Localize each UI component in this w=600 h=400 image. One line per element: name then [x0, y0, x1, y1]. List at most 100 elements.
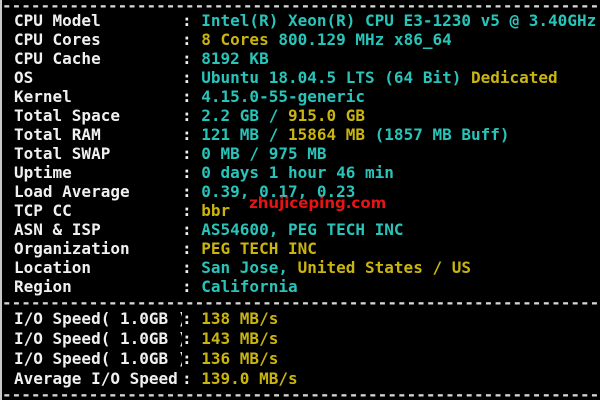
- io-speed-section: I/O Speed( 1.0GB ): 138 MB/sI/O Speed( 1…: [2, 309, 600, 389]
- field-value: 0 days 1 hour 46 min: [201, 163, 394, 182]
- field-label: Average I/O Speed: [14, 369, 182, 389]
- colon-separator: :: [182, 106, 201, 125]
- colon-separator: :: [182, 329, 201, 349]
- value-segment: 139.0 MB/s: [201, 369, 297, 388]
- field-value: California: [201, 277, 297, 296]
- info-row: OS: Ubuntu 18.04.5 LTS (64 Bit) Dedicate…: [2, 68, 600, 87]
- field-value: San Jose, United States / US: [201, 258, 471, 277]
- field-value: Intel(R) Xeon(R) CPU E3-1230 v5 @ 3.40GH…: [201, 11, 596, 30]
- field-label: CPU Cache: [14, 49, 182, 68]
- colon-separator: :: [182, 125, 201, 144]
- colon-separator: :: [182, 87, 201, 106]
- info-row: ASN & ISP: AS54600, PEG TECH INC: [2, 220, 600, 239]
- field-value: AS54600, PEG TECH INC: [201, 220, 403, 239]
- field-label: I/O Speed( 1.0GB ): [14, 349, 182, 369]
- field-label: Organization: [14, 239, 182, 258]
- info-row: Region: California: [2, 277, 600, 296]
- info-row: Average I/O Speed: 139.0 MB/s: [2, 369, 600, 389]
- info-row: I/O Speed( 1.0GB ): 136 MB/s: [2, 349, 600, 369]
- value-segment: United States / US: [298, 258, 471, 277]
- colon-separator: :: [182, 220, 201, 239]
- colon-separator: :: [182, 239, 201, 258]
- colon-separator: :: [182, 277, 201, 296]
- value-segment: AS54600, PEG TECH INC: [201, 220, 403, 239]
- colon-separator: :: [182, 163, 201, 182]
- value-segment: 0 days 1 hour 46 min: [201, 163, 394, 182]
- separator-bottom: ----------------------------------------…: [2, 389, 600, 400]
- field-value: 8192 KB: [201, 49, 268, 68]
- field-value: 121 MB / 15864 MB (1857 MB Buff): [201, 125, 509, 144]
- value-segment: 0 MB / 975 MB: [201, 144, 326, 163]
- colon-separator: :: [182, 309, 201, 329]
- field-value: PEG TECH INC: [201, 239, 317, 258]
- field-value: Ubuntu 18.04.5 LTS (64 Bit) Dedicated: [201, 68, 557, 87]
- value-segment: Intel(R) Xeon(R) CPU E3-1230 v5 @ 3.40GH…: [201, 11, 596, 30]
- field-value: bbr: [201, 201, 230, 220]
- field-value: 4.15.0-55-generic: [201, 87, 365, 106]
- field-label: Region: [14, 277, 182, 296]
- field-label: Total SWAP: [14, 144, 182, 163]
- colon-separator: :: [182, 201, 201, 220]
- watermark-text: zhujiceping.com: [249, 194, 386, 212]
- field-value: 2.2 GB / 915.0 GB: [201, 106, 365, 125]
- field-label: Load Average: [14, 182, 182, 201]
- field-value: 8 Cores 800.129 MHz x86_64: [201, 30, 451, 49]
- field-value: 138 MB/s: [201, 309, 278, 329]
- colon-separator: :: [182, 30, 201, 49]
- info-row: I/O Speed( 1.0GB ): 138 MB/s: [2, 309, 600, 329]
- field-value: 136 MB/s: [201, 349, 278, 369]
- colon-separator: :: [182, 349, 201, 369]
- colon-separator: :: [182, 182, 201, 201]
- info-row: Uptime: 0 days 1 hour 46 min: [2, 163, 600, 182]
- value-segment: bbr: [201, 201, 230, 220]
- colon-separator: :: [182, 49, 201, 68]
- value-segment: (1857 MB Buff): [365, 125, 510, 144]
- value-segment: 143 MB/s: [201, 329, 278, 348]
- info-row: Kernel: 4.15.0-55-generic: [2, 87, 600, 106]
- info-row: CPU Cores: 8 Cores 800.129 MHz x86_64: [2, 30, 600, 49]
- info-row: Organization: PEG TECH INC: [2, 239, 600, 258]
- info-row: Total RAM: 121 MB / 15864 MB (1857 MB Bu…: [2, 125, 600, 144]
- value-segment: 915.0 GB: [288, 106, 365, 125]
- info-row: Location: San Jose, United States / US: [2, 258, 600, 277]
- info-row: I/O Speed( 1.0GB ): 143 MB/s: [2, 329, 600, 349]
- info-row: CPU Model: Intel(R) Xeon(R) CPU E3-1230 …: [2, 11, 600, 30]
- field-label: I/O Speed( 1.0GB ): [14, 309, 182, 329]
- value-segment: San Jose,: [201, 258, 297, 277]
- value-segment: 4.15.0-55-generic: [201, 87, 365, 106]
- value-segment: 8 Cores: [201, 30, 268, 49]
- value-segment: 15864 MB: [288, 125, 365, 144]
- field-label: Location: [14, 258, 182, 277]
- value-segment: California: [201, 277, 297, 296]
- separator-top: ----------------------------------------…: [2, 0, 600, 11]
- value-segment: Dedicated: [461, 68, 557, 87]
- field-label: TCP CC: [14, 201, 182, 220]
- field-value: 0 MB / 975 MB: [201, 144, 326, 163]
- terminal-window: ----------------------------------------…: [0, 0, 600, 400]
- separator-middle: ----------------------------------------…: [2, 296, 600, 309]
- field-label: OS: [14, 68, 182, 87]
- value-segment: 136 MB/s: [201, 349, 278, 368]
- value-segment: 800.129 MHz x86_64: [269, 30, 452, 49]
- colon-separator: :: [182, 11, 201, 30]
- field-label: CPU Cores: [14, 30, 182, 49]
- field-label: I/O Speed( 1.0GB ): [14, 329, 182, 349]
- field-label: ASN & ISP: [14, 220, 182, 239]
- info-row: Total SWAP: 0 MB / 975 MB: [2, 144, 600, 163]
- value-segment: Ubuntu 18.04.5 LTS (64 Bit): [201, 68, 461, 87]
- field-label: Uptime: [14, 163, 182, 182]
- field-label: CPU Model: [14, 11, 182, 30]
- field-value: 143 MB/s: [201, 329, 278, 349]
- colon-separator: :: [182, 369, 201, 389]
- system-info-section: CPU Model: Intel(R) Xeon(R) CPU E3-1230 …: [2, 11, 600, 296]
- colon-separator: :: [182, 144, 201, 163]
- info-row: Total Space: 2.2 GB / 915.0 GB: [2, 106, 600, 125]
- field-label: Total RAM: [14, 125, 182, 144]
- info-row: CPU Cache: 8192 KB: [2, 49, 600, 68]
- field-value: 139.0 MB/s: [201, 369, 297, 389]
- field-label: Total Space: [14, 106, 182, 125]
- colon-separator: :: [182, 68, 201, 87]
- value-segment: 8192 KB: [201, 49, 268, 68]
- value-segment: 138 MB/s: [201, 309, 278, 328]
- field-label: Kernel: [14, 87, 182, 106]
